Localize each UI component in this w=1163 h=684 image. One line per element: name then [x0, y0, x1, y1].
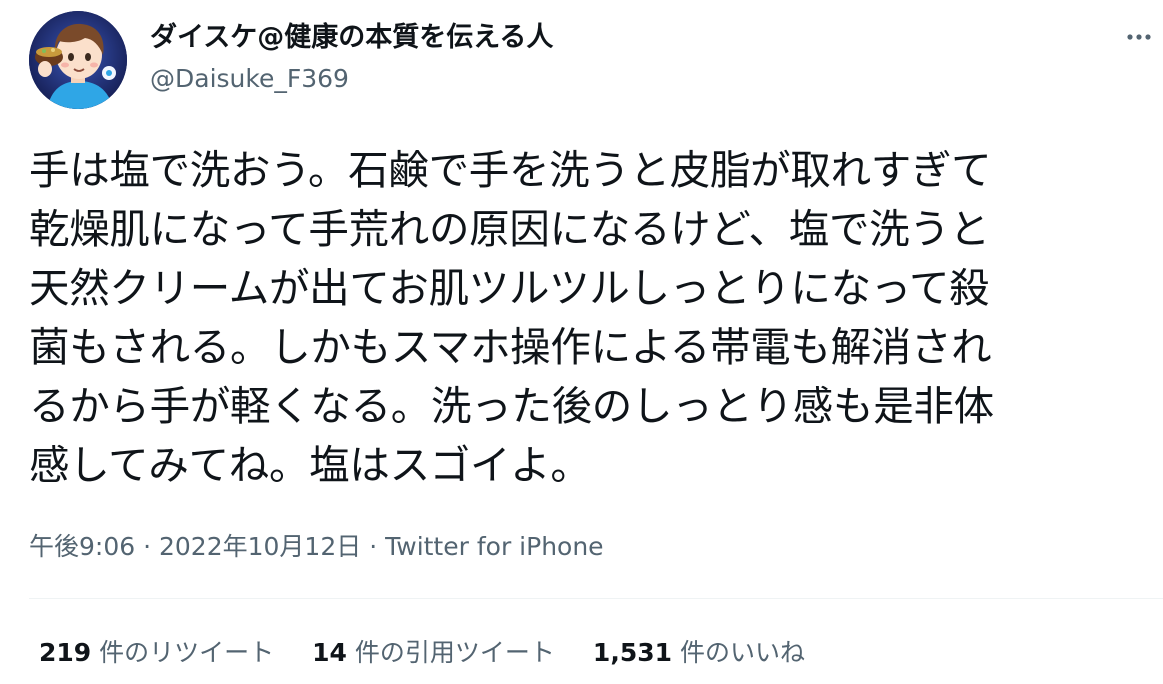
likes-stat[interactable]: 1,531 件のいいね [593, 636, 805, 670]
tweet-text-line: るから手が軽くなる。洗った後のしっとり感も是非体 [29, 382, 994, 430]
likes-count: 1,531 [592, 638, 672, 667]
more-horizontal-icon [1127, 34, 1151, 40]
tweet-text-line: 菌もされる。しかもスマホ操作による帯電も解消され [29, 323, 992, 371]
retweets-label: 件のリツイート [99, 638, 275, 667]
tweet-date[interactable]: 2022年10月12日 [159, 532, 361, 561]
divider [29, 598, 1163, 599]
quote-tweets-label: 件の引用ツイート [354, 638, 555, 667]
more-options-button[interactable] [1124, 22, 1154, 52]
tweet-text-line: 感してみてね。塩はスゴイよ。 [29, 441, 591, 489]
quote-tweets-stat[interactable]: 14 件の引用ツイート [312, 636, 555, 670]
author-avatar[interactable] [29, 11, 127, 109]
tweet-text-line: 手は塩で洗おう。石鹸で手を洗うと皮脂が取れすぎて [29, 146, 992, 194]
avatar-illustration [29, 11, 127, 109]
retweets-count: 219 [39, 638, 92, 667]
retweets-stat[interactable]: 219 件のリツイート [39, 636, 274, 670]
likes-label: 件のいいね [679, 638, 805, 667]
tweet-metadata: 午後9:06 · 2022年10月12日 · Twitter for iPhon… [29, 530, 604, 564]
tweet-time[interactable]: 午後9:06 [29, 532, 135, 561]
tweet-text-line: 天然クリームが出てお肌ツルツルしっとりになって殺 [29, 264, 990, 312]
meta-separator: · [369, 532, 378, 561]
quote-tweets-count: 14 [312, 638, 347, 667]
author-handle[interactable]: @Daisuke_F369 [150, 62, 349, 96]
tweet-text: 手は塩で洗おう。石鹸で手を洗うと皮脂が取れすぎて 乾燥肌になって手荒れの原因にな… [29, 141, 1145, 495]
tweet-text-line: 乾燥肌になって手荒れの原因になるけど、塩で洗うと [29, 205, 990, 253]
author-display-name[interactable]: ダイスケ@健康の本質を伝える人 [150, 20, 553, 56]
tweet-source[interactable]: Twitter for iPhone [385, 532, 603, 561]
meta-separator: · [143, 532, 152, 561]
tweet-stats: 219 件のリツイート 14 件の引用ツイート 1,531 件のいいね [39, 636, 805, 670]
